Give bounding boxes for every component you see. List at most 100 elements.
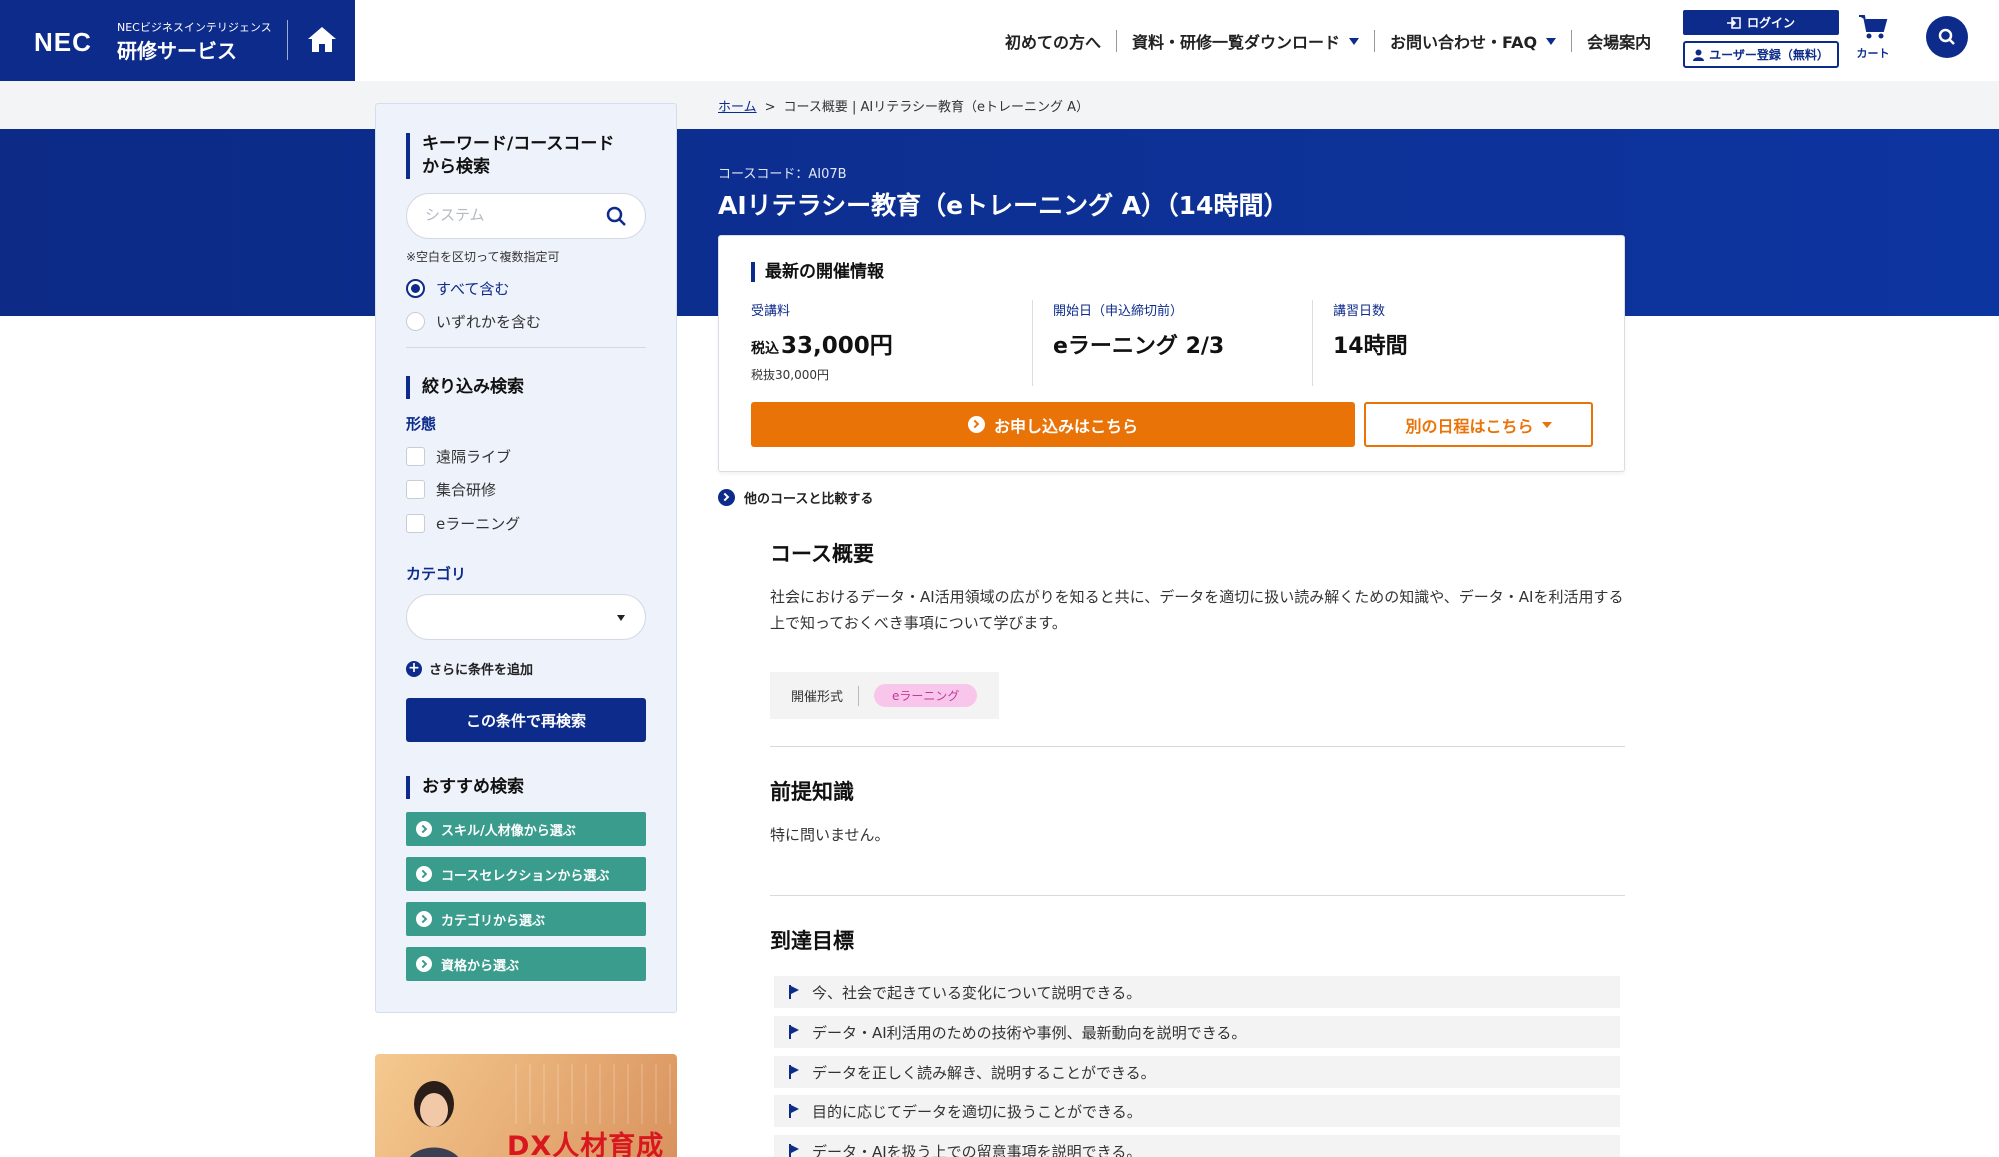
dropdown-arrow-icon: [617, 615, 625, 621]
recommend-skill-button[interactable]: スキル/人材像から選ぶ: [406, 812, 646, 846]
format-option-elearning[interactable]: eラーニング: [406, 513, 520, 534]
days-block: 講習日数 14時間: [1312, 300, 1592, 386]
format-tag: eラーニング: [874, 684, 978, 707]
search-note: ※空白を区切って複数指定可: [406, 250, 560, 264]
keyword-search-input[interactable]: [425, 206, 595, 224]
category-label: カテゴリ: [406, 565, 467, 583]
keyword-search-heading: キーワード/コースコード から検索: [406, 133, 614, 179]
nav-downloads[interactable]: 資料・研修一覧ダウンロード: [1132, 29, 1360, 53]
fee-ex-tax: 税抜30,000円: [751, 368, 829, 382]
flag-icon: [788, 985, 800, 999]
fee-label: 受講料: [751, 304, 791, 319]
prerequisite-text: 特に問いません。: [770, 826, 890, 844]
goal-item: 今、社会で起きている変化について説明できる。: [774, 976, 1620, 1008]
course-code: コースコード：AI07B: [718, 167, 847, 182]
category-select[interactable]: [406, 594, 646, 640]
nav-divider: [1571, 30, 1573, 52]
nav-venue[interactable]: 会場案内: [1587, 29, 1651, 53]
section-divider: [770, 746, 1625, 747]
login-button[interactable]: ログイン: [1683, 10, 1839, 35]
sidebar-divider: [406, 347, 646, 348]
radio-all[interactable]: すべて含む: [406, 278, 509, 299]
format-label: 形態: [406, 415, 437, 433]
breadcrumb-current: コース概要 | AIリテラシー教育（eトレーニング A）: [783, 100, 1090, 115]
research-button[interactable]: この条件で再検索: [406, 698, 646, 742]
chevron-right-icon: [416, 821, 432, 837]
breadcrumb-home-link[interactable]: ホーム: [718, 100, 757, 115]
chevron-right-icon: [416, 866, 432, 882]
checkbox[interactable]: [406, 447, 425, 466]
home-icon[interactable]: [305, 24, 339, 56]
register-button[interactable]: ユーザー登録（無料）: [1683, 41, 1839, 68]
radio-button-selected[interactable]: [406, 279, 425, 298]
caret-down-icon: [1349, 37, 1360, 45]
filter-heading: 絞り込み検索: [406, 376, 524, 399]
plus-icon: +: [406, 660, 422, 677]
nec-logo: NEC: [34, 27, 92, 57]
page-title: AIリテラシー教育（eトレーニング A）（14時間）: [718, 191, 1289, 220]
goal-item: データ・AIを扱う上での留意事項を説明できる。: [774, 1135, 1620, 1157]
prerequisite-heading: 前提知識: [770, 780, 854, 804]
cart-icon: [1859, 15, 1888, 39]
fee-block: 受講料 税込33,000円 税抜30,000円: [751, 300, 1009, 386]
caret-down-icon: [1541, 421, 1552, 428]
cart-button[interactable]: カート: [1851, 14, 1895, 66]
recommend-certification-button[interactable]: 資格から選ぶ: [406, 947, 646, 981]
start-value: eラーニング 2/3: [1053, 334, 1225, 359]
fee-value: 税込33,000円: [751, 333, 893, 359]
format-option-live[interactable]: 遠隔ライブ: [406, 446, 511, 467]
logo-service-name: 研修サービス: [117, 39, 237, 63]
search-sidebar: キーワード/コースコード から検索 ※空白を区切って複数指定可 すべて含む いず…: [375, 103, 677, 1013]
checkbox[interactable]: [406, 514, 425, 533]
chevron-right-icon: [416, 956, 432, 972]
recommend-heading: おすすめ検索: [406, 776, 524, 799]
logo-divider: [287, 20, 288, 60]
logo-subtitle: NECビジネスインテリジェンス: [117, 21, 272, 34]
login-icon: [1726, 16, 1741, 29]
search-icon[interactable]: [606, 206, 627, 227]
logo-area[interactable]: NEC NECビジネスインテリジェンス 研修サービス: [0, 0, 355, 81]
radio-button[interactable]: [406, 312, 425, 331]
user-icon: [1693, 49, 1705, 61]
overview-heading: コース概要: [770, 542, 874, 566]
format-option-classroom[interactable]: 集合研修: [406, 479, 496, 500]
site-header: NEC NECビジネスインテリジェンス 研修サービス 初めての方へ 資料・研修一…: [0, 0, 1999, 81]
goal-item: 目的に応じてデータを適切に扱うことができる。: [774, 1095, 1620, 1127]
checkbox[interactable]: [406, 480, 425, 499]
nav-first-time[interactable]: 初めての方へ: [1005, 29, 1101, 53]
radio-any[interactable]: いずれかを含む: [406, 311, 541, 332]
header-search-button[interactable]: [1926, 16, 1968, 58]
keyword-search-field[interactable]: [406, 193, 646, 239]
recommend-selection-button[interactable]: コースセレクションから選ぶ: [406, 857, 646, 891]
dx-promo-banner[interactable]: DX人材育成: [375, 1054, 677, 1157]
flag-icon: [788, 1104, 800, 1118]
nav-contact-faq[interactable]: お問い合わせ・FAQ: [1390, 29, 1557, 53]
apply-button[interactable]: お申し込みはこちら: [751, 402, 1355, 447]
main-nav: 初めての方へ 資料・研修一覧ダウンロード お問い合わせ・FAQ 会場案内: [1005, 28, 1651, 54]
promo-pattern: [515, 1064, 675, 1124]
flag-icon: [788, 1065, 800, 1079]
search-icon: [1938, 28, 1955, 45]
goal-item: データ・AI利活用のための技術や事例、最新動向を説明できる。: [774, 1016, 1620, 1048]
flag-icon: [788, 1144, 800, 1157]
breadcrumb: ホーム > コース概要 | AIリテラシー教育（eトレーニング A）: [718, 96, 1089, 115]
section-divider: [770, 895, 1625, 896]
compare-courses-link[interactable]: 他のコースと比較する: [718, 488, 873, 507]
goal-item: データを正しく読み解き、説明することができる。: [774, 1056, 1620, 1088]
breadcrumb-separator: >: [764, 100, 776, 115]
latest-session-heading: 最新の開催情報: [751, 262, 884, 282]
latest-session-card: 最新の開催情報 受講料 税込33,000円 税抜30,000円 開始日（申込締切…: [718, 235, 1625, 472]
recommend-category-button[interactable]: カテゴリから選ぶ: [406, 902, 646, 936]
nav-divider: [1116, 30, 1118, 52]
format-info: 開催形式 eラーニング: [770, 672, 999, 719]
chevron-right-icon: [967, 416, 985, 433]
days-value: 14時間: [1333, 334, 1408, 359]
format-divider: [858, 685, 860, 706]
promo-title: DX人材育成: [507, 1131, 665, 1157]
start-label: 開始日（申込締切前）: [1053, 304, 1184, 319]
start-date-block: 開始日（申込締切前） eラーニング 2/3: [1032, 300, 1312, 386]
overview-text: 社会におけるデータ・AI活用領域の広がりを知ると共に、データを適切に扱い読み解く…: [770, 588, 1624, 632]
chevron-right-icon: [416, 911, 432, 927]
add-condition-link[interactable]: + さらに条件を追加: [406, 659, 533, 678]
other-schedule-button[interactable]: 別の日程はこちら: [1364, 402, 1593, 447]
